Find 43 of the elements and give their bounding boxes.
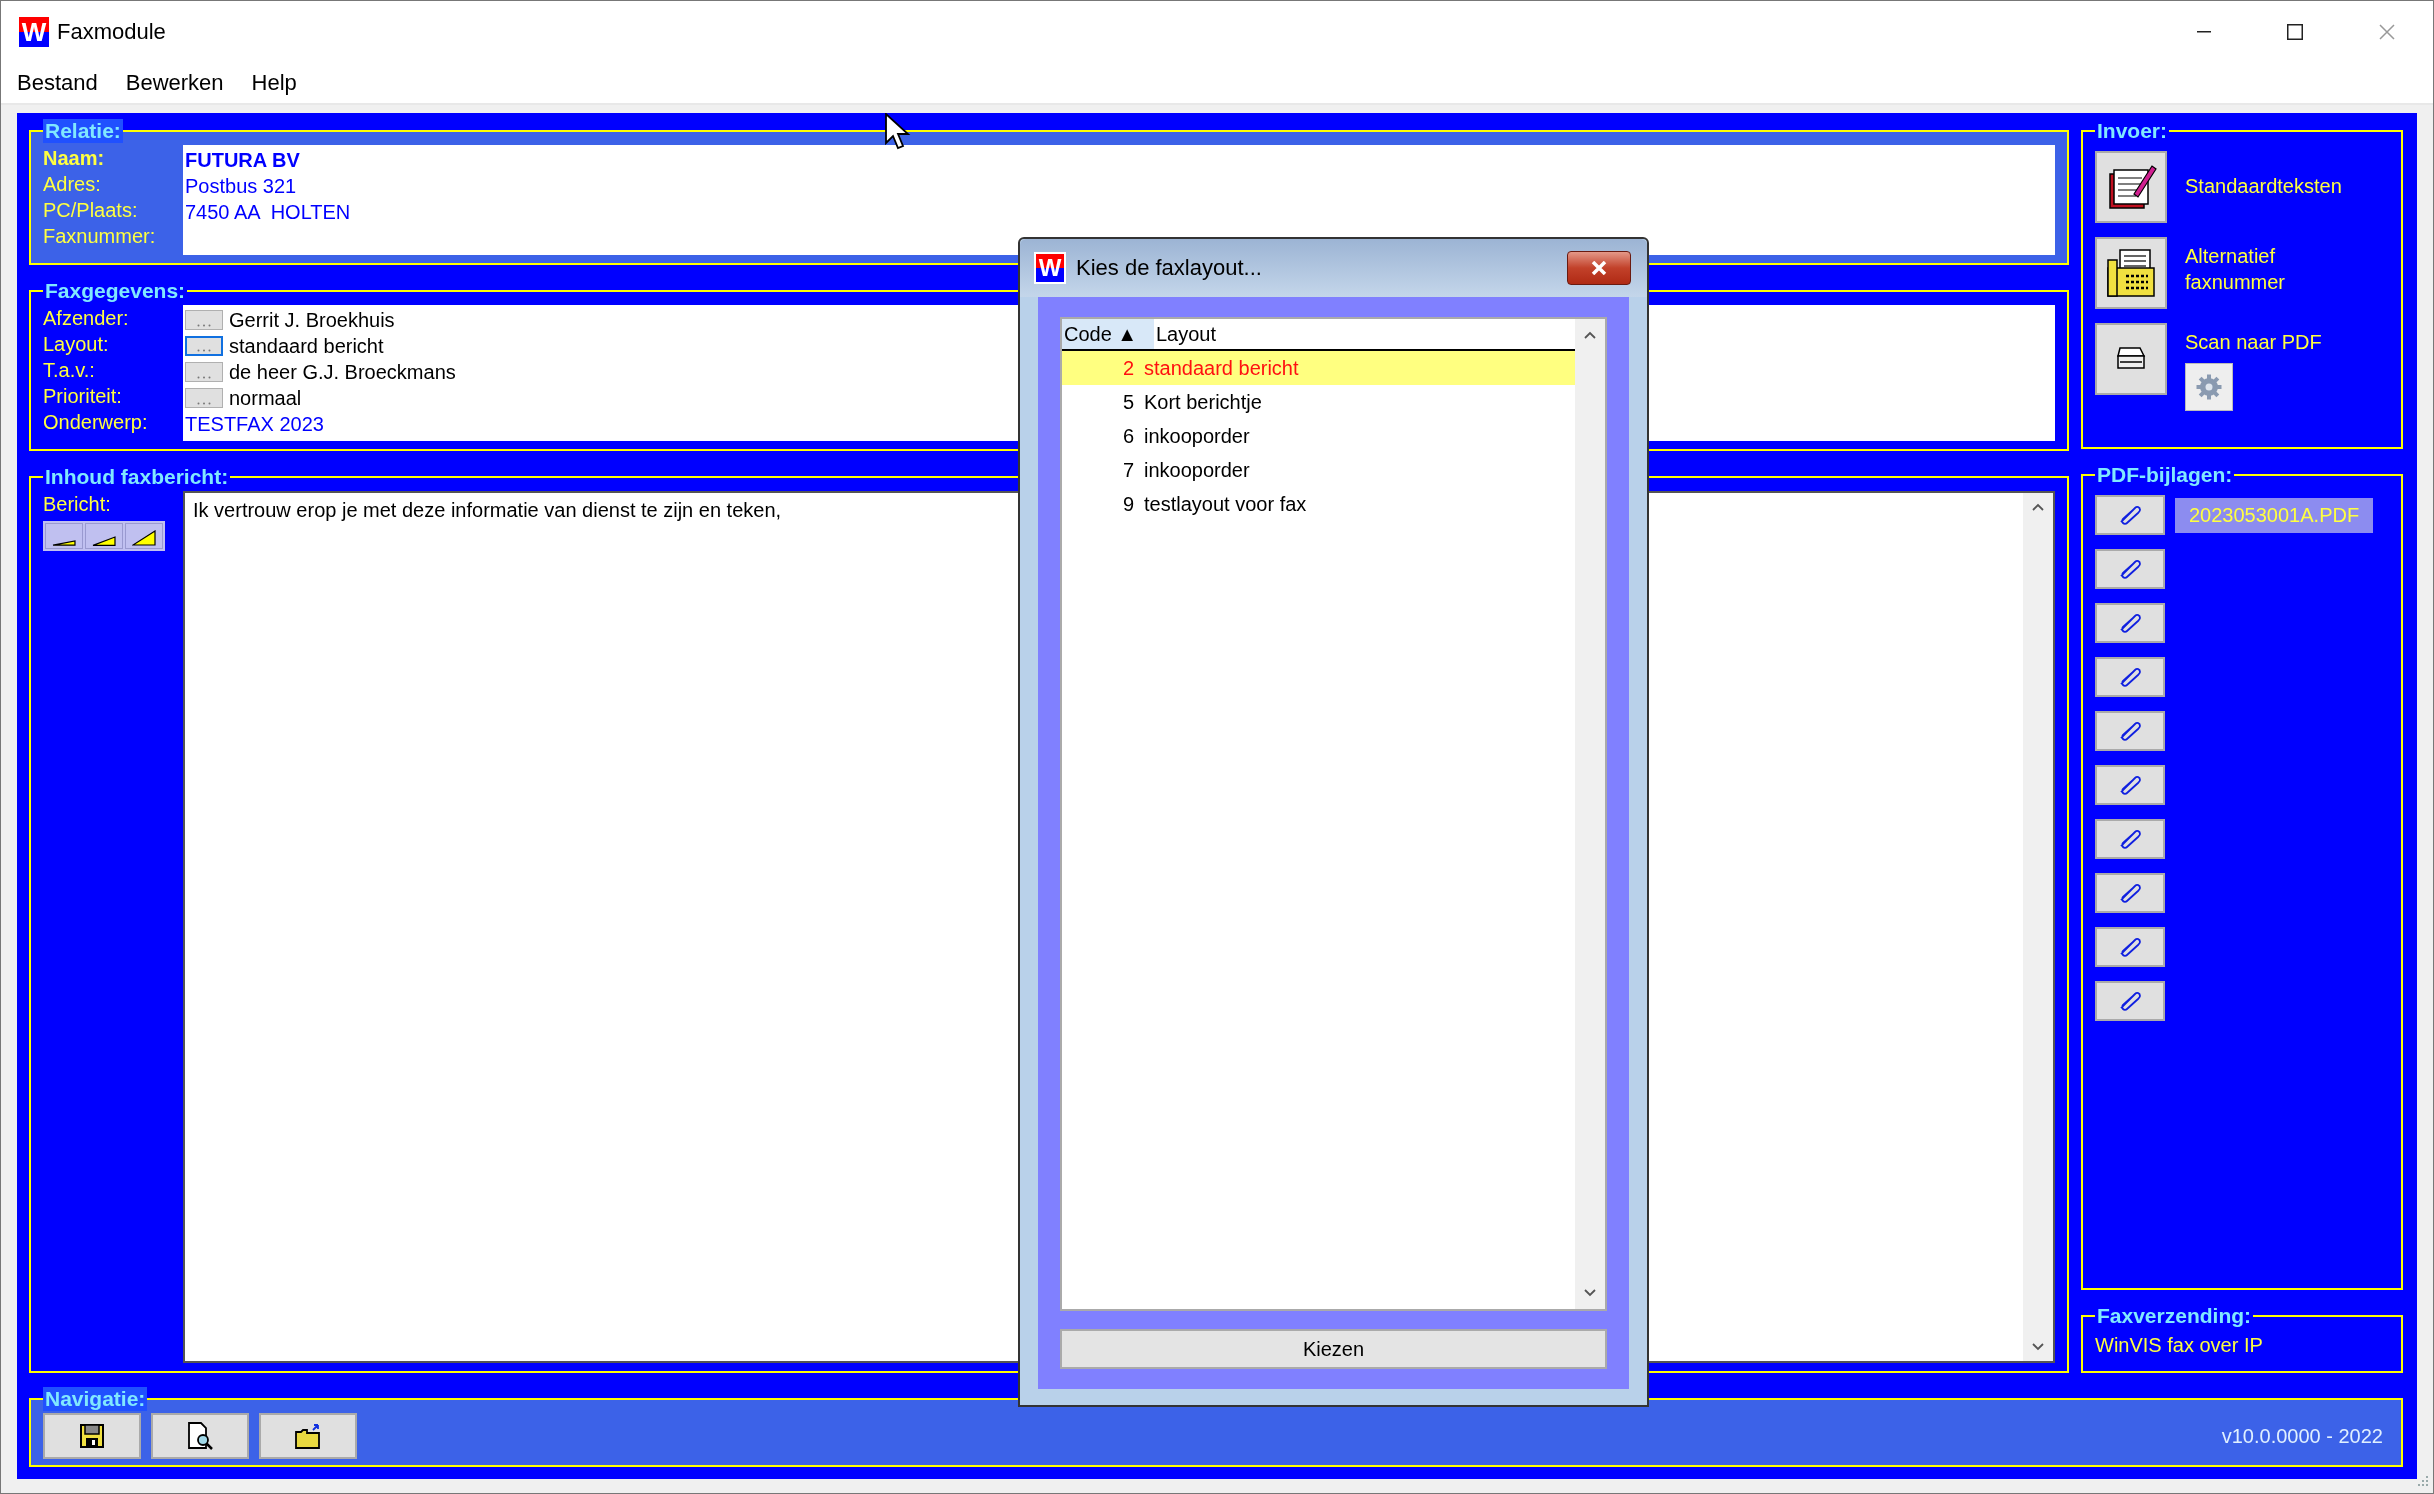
field-label: PC/Plaats: [43, 198, 139, 223]
field-label: Onderwerp: [43, 410, 149, 435]
field-value: Postbus 321 [185, 174, 297, 198]
section-title: Inhoud faxbericht: [44, 465, 230, 489]
layout-cell: standaard bericht [1144, 356, 1299, 380]
field-label: Faxnummer: [43, 224, 157, 249]
code-cell-text: 9 [1121, 492, 1134, 516]
field-label: Prioriteit: [43, 384, 123, 409]
field-label: Afzender: [43, 306, 130, 331]
field-value: Gerrit J. Broekhuis [229, 308, 395, 332]
layout-cell: inkooporder [1144, 458, 1250, 482]
field-value: standaard bericht [229, 334, 384, 358]
code-cell-text: 6 [1121, 424, 1134, 448]
field-value: de heer G.J. Broeckmans [229, 360, 456, 384]
field-label: Naam: [43, 146, 106, 171]
field-label: Adres: [43, 172, 102, 197]
layout-cell: Kort berichtje [1144, 390, 1262, 414]
code-cell-text: 5 [1121, 390, 1134, 414]
field-value: normaal [229, 386, 302, 410]
section-title: PDF-bijlagen: [2096, 463, 2234, 487]
section-title: Relatie: [43, 119, 123, 143]
dialog-title: Kies de faxlayout... [1076, 255, 1262, 281]
field-label: Layout: [43, 332, 110, 357]
app-logo: W [1036, 254, 1064, 282]
send-method: WinVIS fax over IP [2095, 1334, 2263, 1356]
layout-cell: inkooporder [1144, 424, 1250, 448]
field-label: Bericht: [43, 492, 112, 517]
version-text: v10.0.0000 - 2022 [2221, 1424, 2383, 1448]
field-value: 7450 AA HOLTEN [185, 200, 351, 224]
field-label: T.a.v.: [43, 358, 96, 383]
code-cell-text: 2 [1121, 356, 1134, 380]
field-value: FUTURA BV [185, 148, 300, 172]
tool-label: Scan naar PDF [2185, 330, 2323, 355]
section-title: Faxgegevens: [44, 279, 187, 303]
section-title: Invoer: [2096, 119, 2168, 143]
tool-label: Alternatief faxnummer [2185, 244, 2287, 295]
layout-cell: testlayout voor fax [1144, 492, 1307, 516]
section-title: Navigatie: [43, 1387, 148, 1411]
code-cell-text: 7 [1121, 458, 1134, 482]
tool-label: Standaardteksten [2185, 174, 2343, 199]
section-title: Faxverzending: [2096, 1304, 2253, 1328]
window-title: Faxmodule [57, 19, 166, 45]
field-value: TESTFAX 2023 [185, 412, 324, 436]
